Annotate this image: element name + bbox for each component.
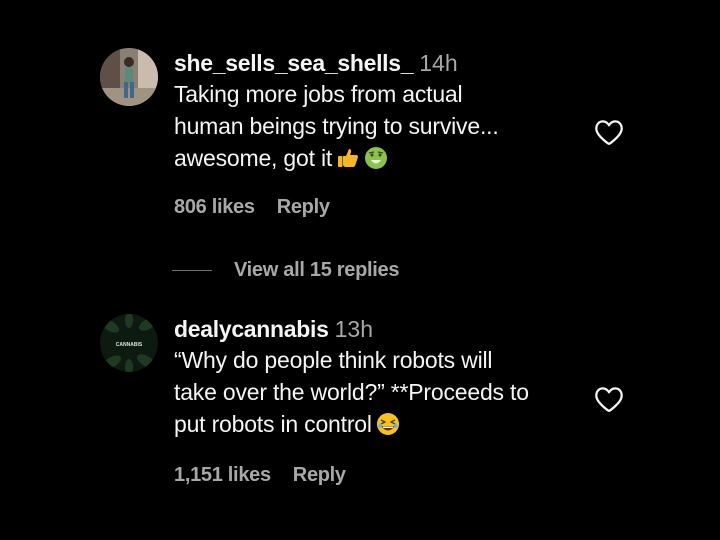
comment-text: “Why do people think robots will take ov… (174, 344, 584, 440)
view-replies-button[interactable]: View all 15 replies (172, 256, 399, 284)
avatar-image: CANNABIS (100, 314, 158, 372)
comment-text: Taking more jobs from actual human being… (174, 78, 584, 174)
avatar[interactable]: CANNABIS (100, 314, 158, 372)
comment-text-line: awesome, got it (174, 145, 333, 171)
avatar[interactable] (100, 48, 158, 106)
username-link[interactable]: she_sells_sea_shells_ (174, 50, 414, 76)
comment-text-line: “Why do people think robots will (174, 347, 493, 373)
nauseated-face-emoji (365, 147, 388, 169)
timestamp: 14h (419, 50, 458, 76)
comment-text-line: put robots in control (174, 411, 372, 437)
reply-button[interactable]: Reply (277, 196, 330, 218)
timestamp: 13h (334, 316, 373, 342)
comment-body: she_sells_sea_shells_ 14h Taking more job… (174, 48, 584, 174)
likes-count[interactable]: 1,151 likes (174, 464, 271, 486)
heart-icon[interactable] (594, 118, 624, 146)
comment-text-line-last: put robots in control (174, 408, 584, 440)
comment-text-line: Taking more jobs from actual (174, 81, 463, 107)
heart-icon[interactable] (594, 385, 624, 413)
reply-button[interactable]: Reply (293, 464, 346, 486)
grinning-squinting-face-emoji (376, 413, 399, 435)
comment-text-line: take over the world?” **Proceeds to (174, 379, 529, 405)
comment-header: dealycannabis 13h (174, 314, 584, 344)
replies-divider (172, 269, 212, 271)
username-link[interactable]: dealycannabis (174, 316, 329, 342)
avatar-image (100, 48, 158, 106)
likes-count[interactable]: 806 likes (174, 196, 255, 218)
comment-meta: 1,151 likes Reply (174, 464, 346, 487)
comment-text-line: human beings trying to survive... (174, 113, 499, 139)
comment-item: she_sells_sea_shells_ 14h Taking more job… (100, 48, 640, 228)
comment-text-line-last: awesome, got it (174, 142, 584, 174)
comment-body: dealycannabis 13h “Why do people think ro… (174, 314, 584, 440)
view-replies-label: View all 15 replies (234, 258, 400, 281)
thumbs-up-emoji (338, 149, 359, 167)
comment-header: she_sells_sea_shells_ 14h (174, 48, 584, 78)
avatar-logo-text: CANNABIS (116, 342, 143, 348)
comment-meta: 806 likes Reply (174, 196, 330, 219)
comment-item: CANNABIS dealycannabis 13h “Why do people… (100, 314, 640, 494)
